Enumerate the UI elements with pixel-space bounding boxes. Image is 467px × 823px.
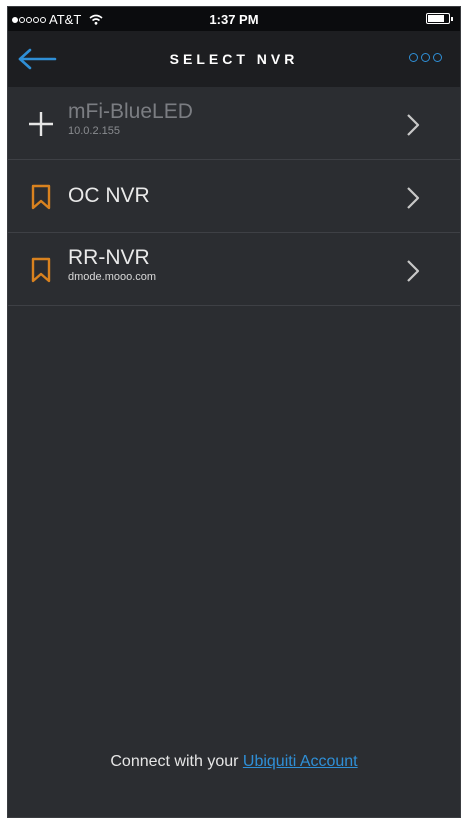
chevron-right-icon — [407, 187, 420, 209]
nvr-name: mFi-BlueLED — [68, 100, 193, 123]
nvr-list: mFi-BlueLED 10.0.2.155 OC NVR RR-NVR dmo… — [8, 87, 460, 306]
item-text: mFi-BlueLED 10.0.2.155 — [68, 99, 193, 138]
footer: Connect with your Ubiquiti Account — [8, 753, 460, 771]
status-time: 1:37 PM — [209, 12, 259, 27]
nvr-item-rr-nvr[interactable]: RR-NVR dmode.mooo.com — [8, 233, 460, 306]
nvr-address: dmode.mooo.com — [68, 271, 157, 283]
battery-icon — [426, 13, 453, 24]
footer-text: Connect with your — [110, 753, 239, 770]
plus-icon — [26, 109, 56, 139]
page-title: SELECT NVR — [169, 51, 299, 67]
ubiquiti-account-link[interactable]: Ubiquiti Account — [243, 753, 358, 770]
item-text: RR-NVR dmode.mooo.com — [68, 245, 156, 284]
app-screen: AT&T 1:37 PM SELECT NVR mFi-BlueLED 10.0… — [7, 6, 461, 818]
nvr-address: 10.0.2.155 — [68, 125, 120, 137]
bookmark-icon — [26, 182, 56, 212]
nvr-item-mfi-blueled[interactable]: mFi-BlueLED 10.0.2.155 — [8, 87, 460, 160]
more-options-button[interactable] — [409, 53, 442, 62]
item-text: OC NVR — [68, 183, 150, 209]
nvr-name: RR-NVR — [68, 246, 150, 269]
chevron-right-icon — [407, 260, 420, 282]
nvr-name: OC NVR — [68, 184, 150, 207]
nav-bar: SELECT NVR — [8, 31, 460, 87]
more-dots-icon — [433, 53, 442, 62]
status-bar: AT&T 1:37 PM — [8, 7, 460, 31]
nvr-item-oc-nvr[interactable]: OC NVR — [8, 160, 460, 233]
bookmark-icon — [26, 255, 56, 285]
more-dots-icon — [421, 53, 430, 62]
more-dots-icon — [409, 53, 418, 62]
chevron-right-icon — [407, 114, 420, 136]
